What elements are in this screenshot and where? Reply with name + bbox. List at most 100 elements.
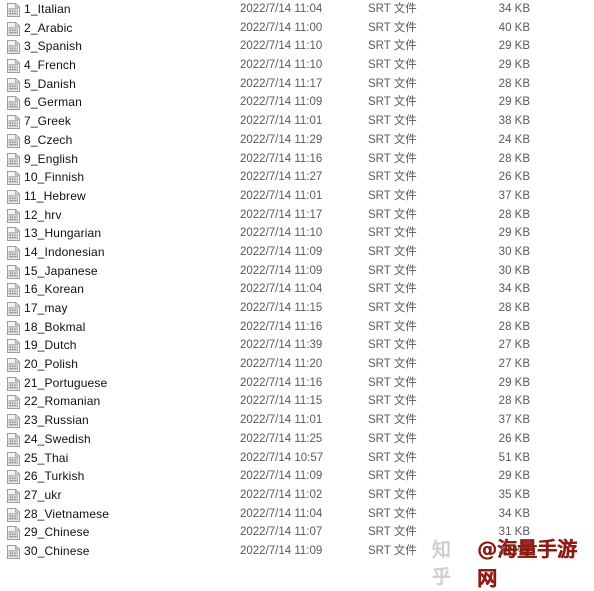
srt-file-icon <box>7 301 21 316</box>
file-size-cell: 28 KB <box>498 152 530 165</box>
table-row[interactable]: 4_French 2022/7/14 11:10 SRT 文件 29 KB <box>0 56 594 75</box>
file-name-cell: 15_Japanese <box>24 263 98 278</box>
srt-file-icon <box>7 226 21 242</box>
table-row[interactable]: 24_Swedish 2022/7/14 11:25 SRT 文件 26 KB <box>0 430 594 449</box>
srt-file-icon <box>7 432 21 447</box>
file-type-cell: SRT 文件 <box>368 171 417 184</box>
table-row[interactable]: 16_Korean 2022/7/14 11:04 SRT 文件 34 KB <box>0 280 594 299</box>
table-row[interactable]: 27_ukr 2022/7/14 11:02 SRT 文件 35 KB <box>0 486 594 505</box>
table-row[interactable]: 2_Arabic 2022/7/14 11:00 SRT 文件 40 KB <box>0 19 594 38</box>
file-name-cell: 17_may <box>24 301 68 315</box>
table-row[interactable]: 17_may 2022/7/14 11:15 SRT 文件 28 KB <box>0 299 594 318</box>
table-row[interactable]: 19_Dutch 2022/7/14 11:39 SRT 文件 27 KB <box>0 336 594 355</box>
srt-file-icon <box>7 376 21 391</box>
file-size-cell: 35 KB <box>498 488 530 501</box>
file-date-cell: 2022/7/14 10:57 <box>240 451 324 464</box>
file-date-cell: 2022/7/14 11:10 <box>240 227 323 240</box>
file-size-cell: 40 KB <box>498 21 530 34</box>
table-row[interactable]: 5_Danish 2022/7/14 11:17 SRT 文件 28 KB <box>0 75 594 94</box>
table-row[interactable]: 25_Thai 2022/7/14 10:57 SRT 文件 51 KB <box>0 449 594 468</box>
file-type-cell: SRT 文件 <box>368 376 417 389</box>
srt-file-icon <box>7 2 21 17</box>
file-date-cell: 2022/7/14 11:09 <box>240 96 323 109</box>
table-row[interactable]: 6_German 2022/7/14 11:09 SRT 文件 29 KB <box>0 93 594 112</box>
table-row[interactable]: 23_Russian 2022/7/14 11:01 SRT 文件 37 KB <box>0 411 594 430</box>
srt-file-icon <box>7 133 21 148</box>
file-type-cell: SRT 文件 <box>368 40 417 53</box>
file-type-cell: SRT 文件 <box>368 488 417 501</box>
table-row[interactable]: 14_Indonesian 2022/7/14 11:09 SRT 文件 30 KB <box>0 243 594 262</box>
file-size-cell: 38 KB <box>498 115 530 128</box>
file-size-cell: 28 KB <box>498 208 530 221</box>
file-list[interactable]: 1_Italian 2022/7/14 11:04 SRT 文件 34 KB 2_Ara… <box>0 0 594 561</box>
table-row[interactable]: 22_Romanian 2022/7/14 11:15 SRT 文件 28 KB <box>0 392 594 411</box>
file-name-cell: 5_Danish <box>24 76 76 91</box>
srt-file-icon <box>7 320 21 335</box>
table-row[interactable]: 8_Czech 2022/7/14 11:29 SRT 文件 24 KB <box>0 131 594 150</box>
srt-file-icon <box>7 469 21 485</box>
srt-file-icon <box>7 525 21 541</box>
file-name-cell: 6_German <box>24 95 82 110</box>
table-row[interactable]: 7_Greek 2022/7/14 11:01 SRT 文件 38 KB <box>0 112 594 131</box>
table-row[interactable]: 13_Hungarian 2022/7/14 11:10 SRT 文件 29 KB <box>0 224 594 243</box>
file-name-cell: 29_Chinese <box>24 525 90 540</box>
file-name-cell: 8_Czech <box>24 132 73 147</box>
file-date-cell: 2022/7/14 11:01 <box>240 115 323 128</box>
file-size-cell: 27 KB <box>498 339 530 352</box>
file-type-cell: SRT 文件 <box>368 470 417 483</box>
file-type-cell: SRT 文件 <box>368 320 417 333</box>
file-date-cell: 2022/7/14 11:01 <box>240 414 323 427</box>
file-date-cell: 2022/7/14 11:16 <box>240 376 323 389</box>
srt-file-icon <box>7 338 21 354</box>
file-size-cell: 34 KB <box>498 3 530 15</box>
srt-file-icon <box>7 451 21 466</box>
table-row[interactable]: 12_hrv 2022/7/14 11:17 SRT 文件 28 KB <box>0 206 594 225</box>
table-row[interactable]: 21_Portuguese 2022/7/14 11:16 SRT 文件 29 KB <box>0 374 594 393</box>
file-name-cell: 26_Turkish <box>24 469 85 484</box>
file-type-cell: SRT 文件 <box>368 208 417 221</box>
table-row[interactable]: 10_Finnish 2022/7/14 11:27 SRT 文件 26 KB <box>0 168 594 187</box>
file-size-cell: 29 KB <box>498 376 530 389</box>
file-date-cell: 2022/7/14 11:25 <box>240 432 323 445</box>
table-row[interactable]: 28_Vietnamese 2022/7/14 11:04 SRT 文件 34 KB <box>0 505 594 524</box>
table-row[interactable]: 3_Spanish 2022/7/14 11:10 SRT 文件 29 KB <box>0 37 594 56</box>
file-type-cell: SRT 文件 <box>368 544 417 557</box>
file-name-cell: 7_Greek <box>24 114 72 129</box>
srt-file-icon <box>7 77 21 92</box>
file-name-cell: 23_Russian <box>24 413 89 428</box>
file-type-cell: SRT 文件 <box>368 115 417 128</box>
file-date-cell: 2022/7/14 11:15 <box>240 302 323 314</box>
file-date-cell: 2022/7/14 11:29 <box>240 133 323 146</box>
table-row[interactable]: 11_Hebrew 2022/7/14 11:01 SRT 文件 37 KB <box>0 187 594 206</box>
table-row[interactable]: 9_English 2022/7/14 11:16 SRT 文件 28 KB <box>0 150 594 169</box>
file-type-cell: SRT 文件 <box>368 96 417 109</box>
srt-file-icon <box>7 152 21 167</box>
file-type-cell: SRT 文件 <box>368 3 417 15</box>
table-row[interactable]: 1_Italian 2022/7/14 11:04 SRT 文件 34 KB <box>0 0 594 19</box>
file-date-cell: 2022/7/14 11:27 <box>240 171 323 184</box>
file-date-cell: 2022/7/14 11:09 <box>240 544 323 557</box>
srt-file-icon <box>7 170 21 186</box>
file-name-cell: 28_Vietnamese <box>24 506 110 521</box>
file-name-cell: 22_Romanian <box>24 394 101 409</box>
file-size-cell: 29 KB <box>498 59 530 72</box>
file-name-cell: 19_Dutch <box>24 338 77 353</box>
srt-file-icon <box>7 114 21 130</box>
table-row[interactable]: 26_Turkish 2022/7/14 11:09 SRT 文件 29 KB <box>0 467 594 486</box>
file-name-cell: 27_ukr <box>24 487 62 502</box>
table-row[interactable]: 18_Bokmal 2022/7/14 11:16 SRT 文件 28 KB <box>0 318 594 337</box>
file-type-cell: SRT 文件 <box>368 302 417 314</box>
file-date-cell: 2022/7/14 11:01 <box>240 189 323 202</box>
file-type-cell: SRT 文件 <box>368 152 417 165</box>
srt-file-icon <box>7 488 21 503</box>
srt-file-icon <box>7 208 21 223</box>
table-row[interactable]: 20_Polish 2022/7/14 11:20 SRT 文件 27 KB <box>0 355 594 374</box>
file-date-cell: 2022/7/14 11:16 <box>240 152 323 165</box>
table-row[interactable]: 15_Japanese 2022/7/14 11:09 SRT 文件 30 KB <box>0 262 594 281</box>
file-name-cell: 21_Portuguese <box>24 375 108 390</box>
srt-file-icon <box>7 96 21 111</box>
file-type-cell: SRT 文件 <box>368 59 417 72</box>
srt-file-icon <box>7 395 21 410</box>
file-type-cell: SRT 文件 <box>368 451 417 464</box>
file-type-cell: SRT 文件 <box>368 358 417 371</box>
